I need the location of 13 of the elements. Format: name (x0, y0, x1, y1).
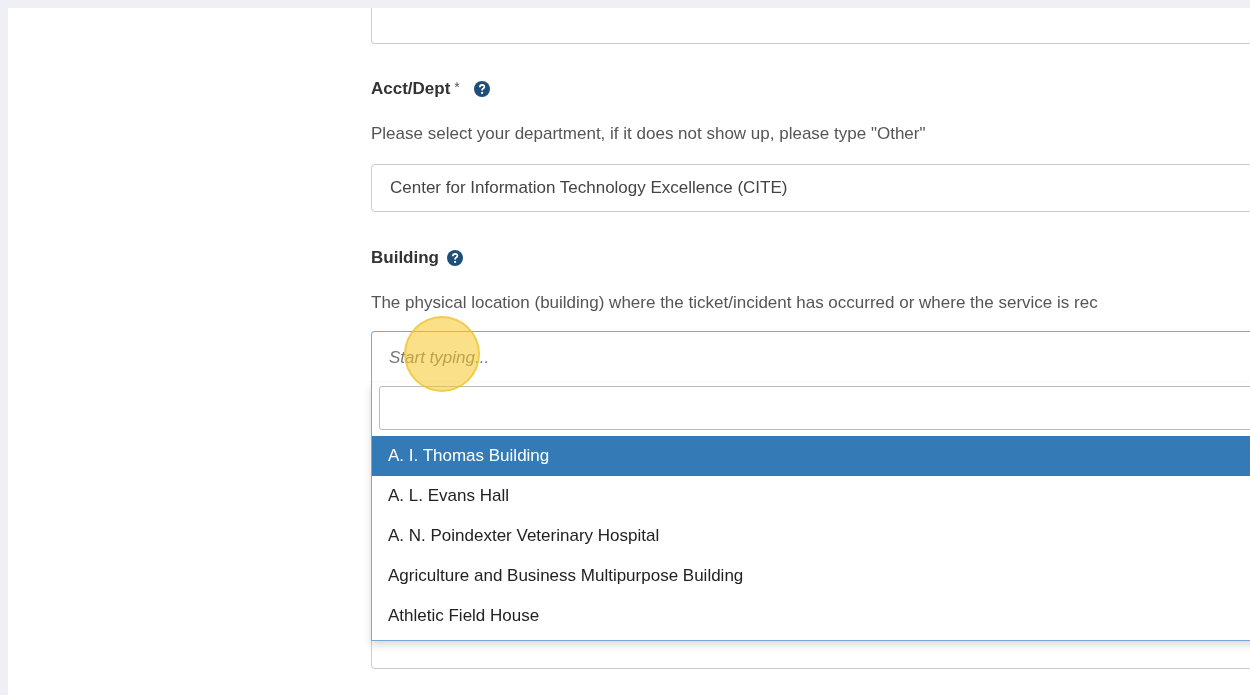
dropdown-option[interactable]: A. N. Poindexter Veterinary Hospital (372, 516, 1250, 556)
help-icon[interactable] (473, 81, 490, 97)
dropdown-option[interactable]: A. I. Thomas Building (372, 436, 1250, 476)
field-label: Acct/Dept (371, 79, 451, 99)
field-label: Building (371, 248, 439, 268)
help-icon[interactable] (447, 250, 463, 266)
select-field[interactable]: Center for Information Technology Excellence (CITE) (371, 164, 1250, 212)
help-text: Please select your department, if it does not show up, please type "Other" (371, 124, 927, 144)
required-mark: * (454, 79, 460, 95)
help-text: The physical location (building) where the ticket/incident has occurred or where the service is rec (371, 293, 1099, 313)
dropdown-option[interactable]: Athletic Field House (372, 596, 1250, 636)
dropdown-option[interactable]: A. L. Evans Hall (372, 476, 1250, 516)
dropdown-option[interactable]: Agriculture and Business Multipurpose Building (372, 556, 1250, 596)
